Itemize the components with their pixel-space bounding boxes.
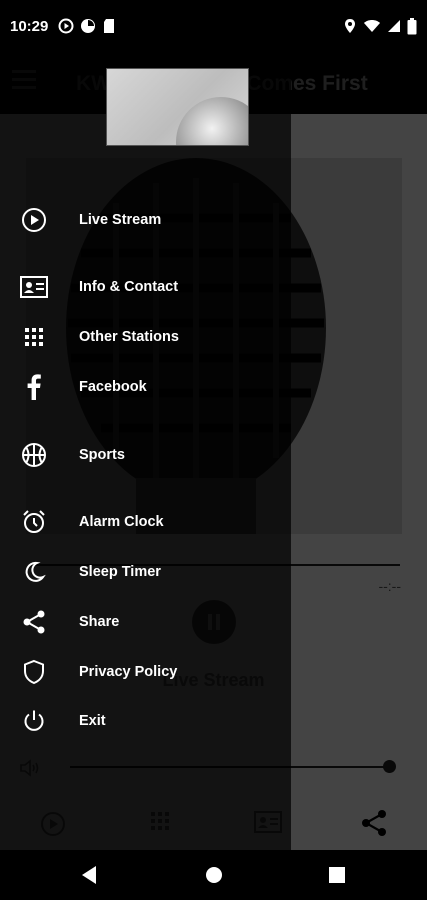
drawer-item-label: Privacy Policy bbox=[79, 664, 178, 680]
media-status-icon bbox=[58, 18, 74, 34]
recents-icon[interactable] bbox=[329, 865, 345, 885]
drawer-item-label: Sports bbox=[79, 447, 125, 463]
moon-icon bbox=[20, 558, 48, 586]
wifi-icon bbox=[364, 20, 380, 32]
status-bar: 10:29 bbox=[0, 0, 427, 52]
basketball-icon bbox=[20, 441, 48, 469]
drawer-item-label: Share bbox=[79, 614, 120, 630]
share-icon bbox=[20, 608, 48, 636]
drawer-item-label: Live Stream bbox=[79, 212, 162, 228]
drawer-item-sleep-timer[interactable]: Sleep Timer bbox=[0, 550, 291, 594]
system-navigation-bar bbox=[0, 850, 427, 900]
battery-icon bbox=[407, 17, 417, 34]
shield-icon bbox=[20, 658, 48, 686]
station-logo bbox=[106, 68, 249, 146]
drawer-item-label: Exit bbox=[79, 713, 106, 729]
nav-share-icon[interactable] bbox=[360, 809, 388, 837]
drawer-item-info-contact[interactable]: Info & Contact bbox=[0, 265, 291, 309]
drawer-item-facebook[interactable]: Facebook bbox=[0, 365, 291, 409]
contact-card-icon bbox=[20, 273, 48, 301]
drawer-item-label: Info & Contact bbox=[79, 279, 179, 295]
grid-icon bbox=[20, 323, 48, 351]
drawer-item-sports[interactable]: Sports bbox=[0, 433, 291, 477]
location-icon bbox=[345, 19, 355, 33]
drawer-item-share[interactable]: Share bbox=[0, 600, 291, 644]
home-icon[interactable] bbox=[205, 865, 223, 885]
drawer-item-label: Alarm Clock bbox=[79, 514, 164, 530]
drawer-item-label: Facebook bbox=[79, 379, 147, 395]
drawer-item-live-stream[interactable]: Live Stream bbox=[0, 198, 291, 242]
drawer-item-other-stations[interactable]: Other Stations bbox=[0, 315, 291, 359]
status-time: 10:29 bbox=[10, 17, 49, 35]
facebook-icon bbox=[20, 373, 48, 401]
cell-signal-icon bbox=[388, 20, 400, 32]
drawer-item-exit[interactable]: Exit bbox=[0, 699, 291, 743]
navigation-drawer: Live Stream Info & Contact Other Station… bbox=[0, 52, 291, 850]
play-circle-icon bbox=[20, 206, 48, 234]
drawer-item-label: Sleep Timer bbox=[79, 564, 161, 580]
power-icon bbox=[20, 707, 48, 735]
alarm-clock-icon bbox=[20, 508, 48, 536]
back-icon[interactable] bbox=[80, 865, 98, 885]
drawer-item-label: Other Stations bbox=[79, 329, 179, 345]
data-saver-icon bbox=[81, 19, 96, 33]
drawer-item-privacy-policy[interactable]: Privacy Policy bbox=[0, 650, 291, 694]
drawer-item-alarm-clock[interactable]: Alarm Clock bbox=[0, 500, 291, 544]
sd-card-icon bbox=[104, 19, 115, 33]
